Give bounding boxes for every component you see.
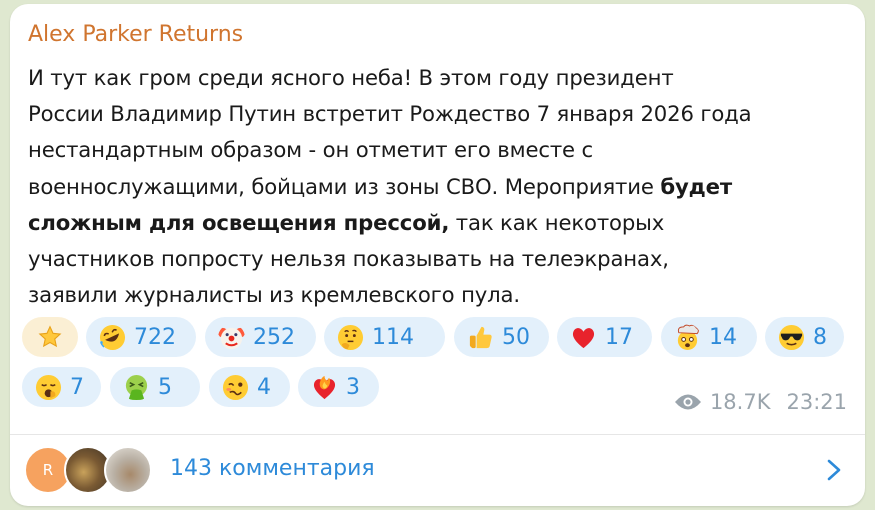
reaction-star[interactable] [22,317,78,357]
reaction-count: 7 [70,374,84,400]
heart-icon [572,327,595,348]
reaction-exploding-head[interactable]: 14 [661,317,757,357]
vomiting-icon [125,374,148,400]
avatar [104,446,152,494]
reaction-count: 252 [253,324,295,350]
reaction-count: 50 [502,324,530,350]
comments-label: 143 комментария [170,456,375,481]
reaction-rofl[interactable]: 722 [86,317,196,357]
reaction-clown[interactable]: 252 [205,317,316,357]
woozy-icon [222,374,249,400]
bold-segment: сложным для освещения прессой, [28,209,450,235]
reaction-heart[interactable]: 17 [557,317,652,357]
reaction-heart-on-fire[interactable]: 3 [298,367,379,407]
message-line: нестандартным образом - он отметит его в… [28,137,594,163]
reaction-count: 4 [257,374,271,400]
message-bubble: Alex Parker Returns И тут как гром среди… [10,4,865,506]
reaction-thumbs-up[interactable]: 50 [454,317,549,357]
message-meta: 18.7K 23:21 [674,390,847,414]
rofl-icon [99,324,126,350]
reaction-count: 14 [709,324,737,350]
reaction-count: 3 [346,374,360,400]
reaction-count: 17 [605,324,633,350]
yawning-icon [35,374,62,400]
reaction-woozy[interactable]: 4 [209,367,290,407]
message-segment: военнослужащими, бойцами из зоны СВО. Ме… [28,173,661,199]
comments-button[interactable]: R 143 комментария [10,435,865,506]
channel-name[interactable]: Alex Parker Returns [28,22,243,47]
eye-icon [674,394,701,410]
sunglasses-icon [778,324,805,350]
exploding-head-icon [677,324,699,350]
reaction-yawning[interactable]: 7 [22,367,101,407]
star-icon [38,325,62,348]
message-line: России Владимир Путин встретит Рождество… [28,101,752,127]
message-line: участников попросту нельзя показывать на… [28,245,669,271]
reaction-count: 114 [372,324,414,350]
message-text: И тут как гром среди ясного неба! В этом… [28,60,858,313]
reaction-count: 5 [158,374,172,400]
thinking-icon [337,324,364,350]
reaction-thinking[interactable]: 114 [324,317,445,357]
message-line: сложным для освещения прессой, так как н… [28,205,858,241]
reaction-vomiting[interactable]: 5 [110,367,200,407]
clown-icon [218,327,245,349]
message-line: военнослужащими, бойцами из зоны СВО. Ме… [28,169,858,205]
message-line: заявили журналисты из кремлевского пула. [28,282,520,308]
message-segment: так как некоторых [449,209,665,235]
message-time: 23:21 [786,390,847,414]
reaction-sunglasses[interactable]: 8 [765,317,844,357]
view-count: 18.7K [709,390,771,414]
heart-on-fire-icon [313,375,336,399]
reaction-count: 8 [813,324,827,350]
message-line: И тут как гром среди ясного неба! В этом… [28,65,674,90]
reaction-count: 722 [134,324,176,350]
chevron-right-icon [827,459,841,481]
bold-segment: будет [660,173,732,199]
thumbs-up-icon [469,326,492,348]
